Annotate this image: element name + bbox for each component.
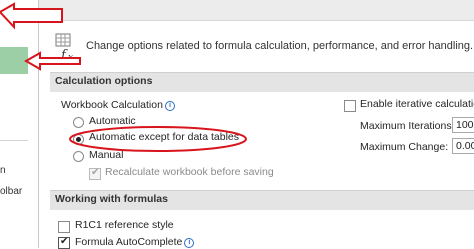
annotation-overlay <box>0 2 247 152</box>
nav-arrow-annotation <box>23 51 81 71</box>
top-arrow-annotation <box>0 2 63 30</box>
highlight-ellipse-annotation <box>69 126 247 152</box>
